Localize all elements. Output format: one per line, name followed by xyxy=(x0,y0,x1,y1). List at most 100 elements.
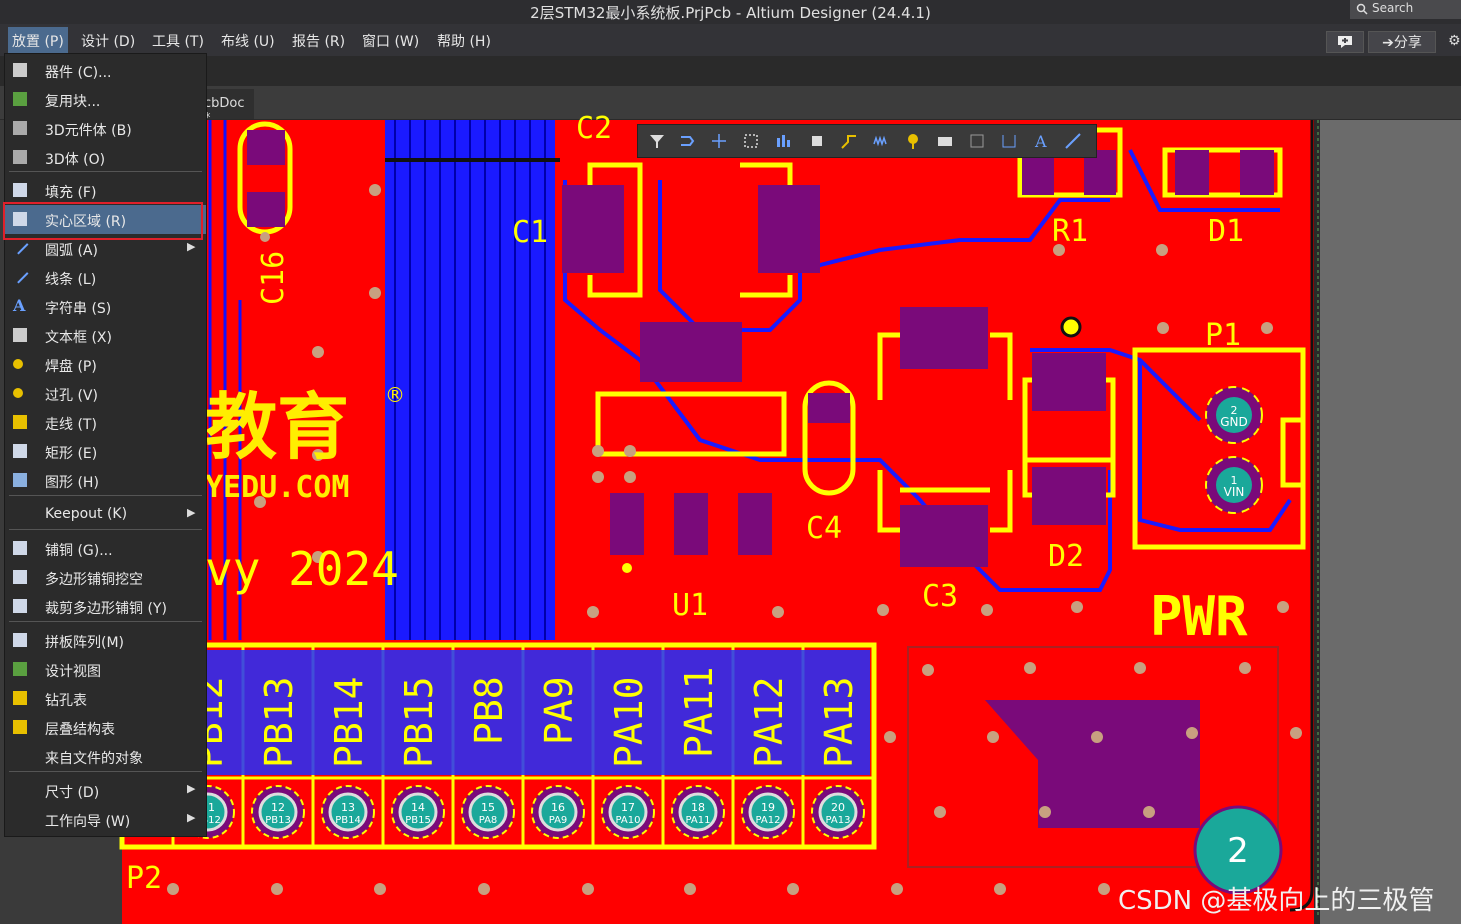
menu-item-rectangle[interactable]: 矩形 (E) xyxy=(5,437,206,466)
designator-p1: P1 xyxy=(1205,318,1241,353)
header-pad[interactable]: 15PA8 xyxy=(461,785,515,839)
designator-r1: R1 xyxy=(1052,214,1088,249)
menu-item-textbox[interactable]: 文本框 (X) xyxy=(5,321,206,350)
active-bar-toolbar: A xyxy=(637,124,1097,158)
designator-d2: D2 xyxy=(1048,539,1084,574)
designator-p2: P2 xyxy=(126,861,162,896)
select-icon[interactable] xyxy=(678,132,696,150)
place-string-icon[interactable]: A xyxy=(1032,132,1050,150)
header-pad[interactable]: 12PB13 xyxy=(251,785,305,839)
place-line-icon[interactable] xyxy=(1064,132,1082,150)
via-icon xyxy=(13,388,23,398)
header-pad[interactable]: 18PA11 xyxy=(671,785,725,839)
pad-number: 17 xyxy=(621,801,635,814)
header-label: PB15 xyxy=(397,676,441,768)
interactive-route-icon[interactable] xyxy=(840,132,858,150)
pad-net: PA12 xyxy=(756,815,781,826)
header-pad[interactable]: 16PA9 xyxy=(531,785,585,839)
menu-item-fill[interactable]: 填充 (F) xyxy=(5,176,206,205)
menu-item-polygon-cutout[interactable]: 多边形铺铜挖空 xyxy=(5,563,206,592)
svg-text:A: A xyxy=(1034,132,1047,150)
menu-item-label: 焊盘 (P) xyxy=(45,359,97,375)
menu-item-panel-array[interactable]: 拼板阵列(M) xyxy=(5,626,206,655)
pad-net: PB15 xyxy=(405,815,431,826)
menu-item-label: Keepout (K) xyxy=(45,506,128,522)
filter-icon[interactable] xyxy=(648,132,666,150)
3d-body-icon xyxy=(13,150,27,164)
menu-item-label: 图形 (H) xyxy=(45,475,99,491)
menu-item-label: 文本框 (X) xyxy=(45,330,112,346)
place-via-icon[interactable] xyxy=(904,132,922,150)
menu-item-pad[interactable]: 焊盘 (P) xyxy=(5,350,206,379)
design-view-icon xyxy=(13,662,27,676)
menu-item-track[interactable]: 走线 (T) xyxy=(5,408,206,437)
place-menu-dropdown: 器件 (C)... 复用块... 3D元件体 (B) 3D体 (O) 填充 (F) 实心区… xyxy=(4,53,207,837)
submenu-arrow-icon: ▶ xyxy=(187,506,196,519)
header-pad[interactable]: 14PB15 xyxy=(391,785,445,839)
p1-pin1-net: VIN xyxy=(1224,485,1245,499)
menu-item-graphic[interactable]: 图形 (H) xyxy=(5,466,206,495)
menu-item-item-15[interactable]: Keepout (K) ▶ xyxy=(5,500,206,529)
menu-separator xyxy=(9,621,202,622)
big-pad-number: 2 xyxy=(1227,831,1249,871)
place-component-icon[interactable] xyxy=(808,132,826,150)
menu-item-reuse-block[interactable]: 复用块... xyxy=(5,85,206,114)
highlight-annotation-box xyxy=(3,202,203,240)
menu-separator xyxy=(9,771,202,772)
reuse-block-icon xyxy=(13,92,27,106)
submenu-arrow-icon: ▶ xyxy=(187,240,196,253)
pad-net: PA10 xyxy=(616,815,641,826)
menu-item-label: 复用块... xyxy=(45,94,101,110)
align-icon[interactable] xyxy=(774,132,792,150)
select-area-icon[interactable] xyxy=(742,132,760,150)
menu-item-item-24[interactable]: 尺寸 (D) ▶ xyxy=(5,776,206,805)
place-polygon-icon[interactable] xyxy=(968,132,986,150)
header-pad[interactable]: 17PA10 xyxy=(601,785,655,839)
menu-item-line[interactable]: 线条 (L) xyxy=(5,263,206,292)
arc-icon xyxy=(11,237,29,255)
logo-url: YEDU.COM xyxy=(205,470,350,505)
p1-pin2-net: GND xyxy=(1220,415,1248,429)
designator-u1: U1 xyxy=(672,588,708,623)
dimension-icon[interactable] xyxy=(1000,132,1018,150)
header-pad[interactable]: 13PB14 xyxy=(321,785,375,839)
pad-net: PB13 xyxy=(265,815,291,826)
menu-item-label: 铺铜 (G)... xyxy=(45,543,113,559)
pad-number: 12 xyxy=(271,801,285,814)
menu-item-design-view[interactable]: 设计视图 xyxy=(5,655,206,684)
menu-item-label: 层叠结构表 xyxy=(45,722,115,738)
length-tune-icon[interactable] xyxy=(872,132,890,150)
menu-item-item-23[interactable]: 来自文件的对象 xyxy=(5,742,206,771)
header-pad[interactable]: 20PA13 xyxy=(811,785,865,839)
menu-item-component[interactable]: 器件 (C)... xyxy=(5,56,206,85)
polygon-pour-icon xyxy=(13,541,27,555)
line-icon xyxy=(11,266,29,284)
menu-item-drill-table[interactable]: 钻孔表 xyxy=(5,684,206,713)
designator-pwr: PWR xyxy=(1150,585,1248,648)
designator-d1: D1 xyxy=(1208,214,1244,249)
pad-number: 14 xyxy=(411,801,425,814)
menu-item-label: 来自文件的对象 xyxy=(45,751,143,767)
designator-c1: C1 xyxy=(512,215,548,250)
menu-item-layer-stack-table[interactable]: 层叠结构表 xyxy=(5,713,206,742)
panel-array-icon xyxy=(13,633,27,647)
menu-item-slice-polygon[interactable]: 裁剪多边形铺铜 (Y) xyxy=(5,592,206,621)
crosshair-icon[interactable] xyxy=(710,132,728,150)
menu-item-item-25[interactable]: 工作向导 (W) ▶ xyxy=(5,805,206,834)
menu-item-label: 设计视图 xyxy=(45,664,101,680)
component-icon xyxy=(13,63,27,77)
track-icon xyxy=(13,415,27,429)
fill-icon xyxy=(13,183,27,197)
3d-component-icon xyxy=(13,121,27,135)
rectangle-icon xyxy=(13,444,27,458)
menu-item-label: 3D元件体 (B) xyxy=(45,123,132,139)
menu-item-via[interactable]: 过孔 (V) xyxy=(5,379,206,408)
menu-item-string[interactable]: A 字符串 (S) xyxy=(5,292,206,321)
place-fill-icon[interactable] xyxy=(936,132,954,150)
designator-c4: C4 xyxy=(806,511,842,546)
menu-item-3d-body[interactable]: 3D体 (O) xyxy=(5,143,206,172)
menu-item-polygon-pour[interactable]: 铺铜 (G)... xyxy=(5,534,206,563)
string-icon: A xyxy=(13,296,26,315)
header-pad[interactable]: 19PA12 xyxy=(741,785,795,839)
menu-item-3d-component[interactable]: 3D元件体 (B) xyxy=(5,114,206,143)
